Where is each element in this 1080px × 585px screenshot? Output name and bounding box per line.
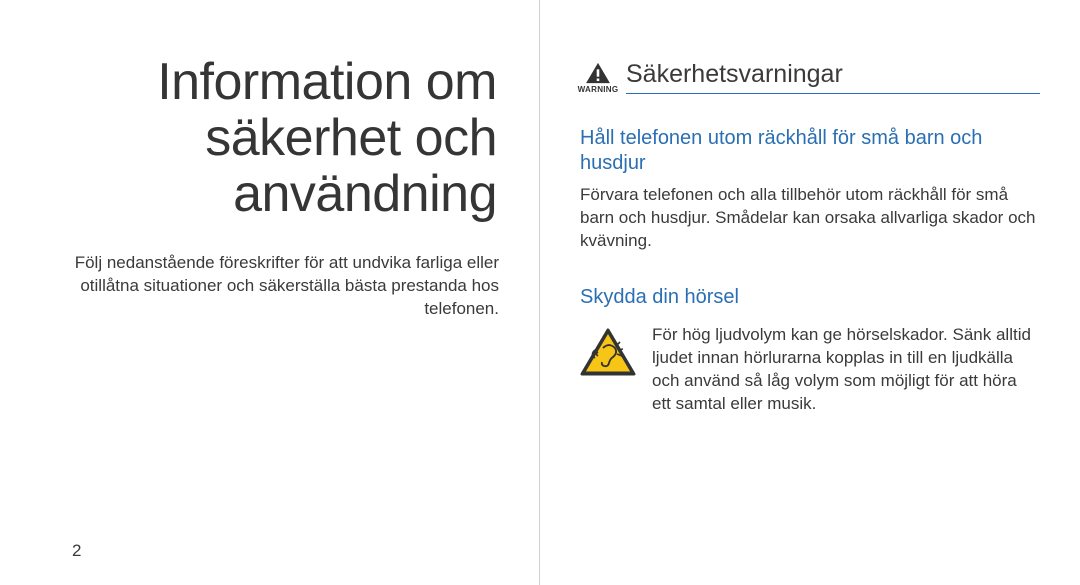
intro-text: Följ nedanstående föreskrifter för att u… — [40, 252, 499, 321]
section-title: Säkerhetsvarningar — [626, 60, 1040, 89]
warning-label: WARNING — [578, 85, 619, 94]
title-line-2: säkerhet och — [205, 109, 497, 167]
body-hearing: För hög ljudvolym kan ge hörselskador. S… — [652, 324, 1040, 416]
title-line-1: Information om — [157, 53, 497, 111]
page-title: Information om säkerhet och användning — [40, 54, 497, 222]
left-page: Information om säkerhet och användning F… — [0, 0, 540, 585]
section-header: WARNING Säkerhetsvarningar — [580, 60, 1040, 94]
warning-triangle-icon: WARNING — [580, 62, 616, 94]
page-number: 2 — [72, 541, 81, 561]
heading-keep-away: Håll telefonen utom räckhåll för små bar… — [580, 126, 1040, 176]
section-title-underline: Säkerhetsvarningar — [626, 60, 1040, 94]
right-page: WARNING Säkerhetsvarningar Håll telefone… — [540, 0, 1080, 585]
title-line-3: användning — [233, 165, 497, 223]
body-keep-away: Förvara telefonen och alla tillbehör uto… — [580, 184, 1040, 253]
heading-hearing: Skydda din hörsel — [580, 285, 1040, 310]
hearing-damage-icon — [580, 328, 636, 383]
hearing-block: För hög ljudvolym kan ge hörselskador. S… — [580, 324, 1040, 416]
page-spread: Information om säkerhet och användning F… — [0, 0, 1080, 585]
